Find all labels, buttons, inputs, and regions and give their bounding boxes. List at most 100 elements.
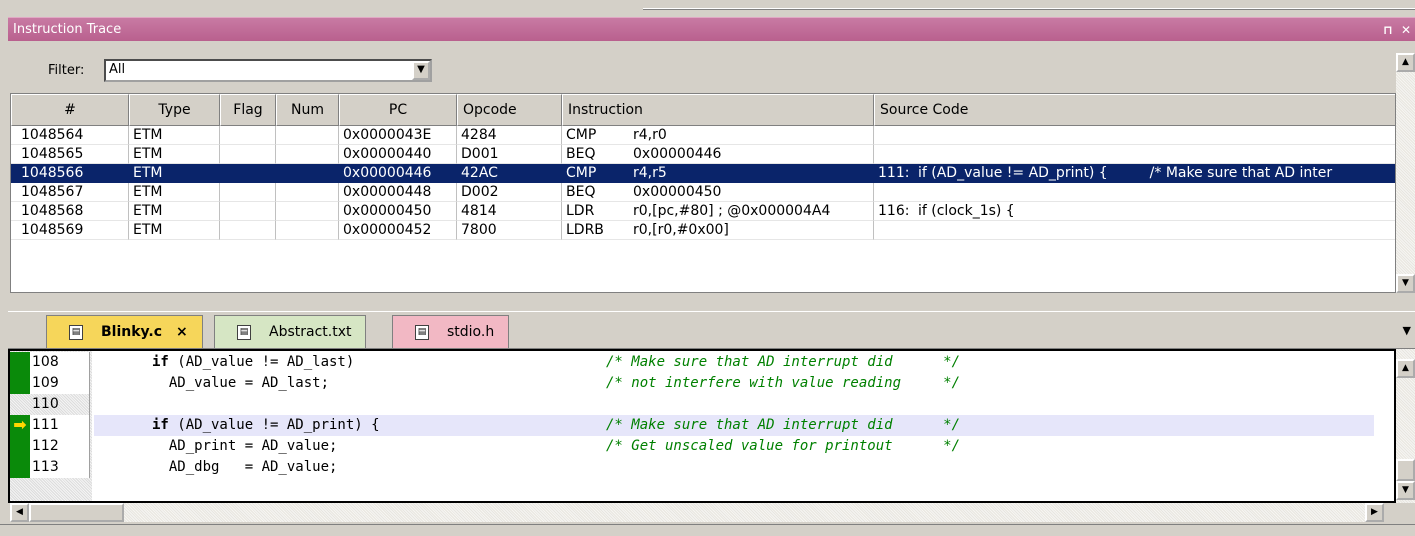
row-number: 1048569 — [11, 221, 129, 240]
source-text: if (clock_1s) { — [918, 203, 1015, 219]
table-row[interactable]: 1048567 ETM 0x00000448 D002 BEQ 0x00000450 — [11, 183, 1395, 202]
pin-icon[interactable]: ⊓ — [1379, 23, 1397, 37]
scroll-down-icon[interactable]: ▼ — [1396, 481, 1415, 500]
source-line-number: 116: — [878, 203, 910, 219]
current-line-arrow-icon: ➡ — [13, 415, 27, 434]
tab-list-dropdown-icon[interactable]: ▼ — [1403, 324, 1411, 337]
column-header[interactable]: Instruction — [562, 94, 874, 126]
close-icon[interactable]: × — [176, 324, 188, 340]
line-number-row[interactable]: 113 — [10, 457, 92, 478]
code-text: if (AD_value != AD_last) — [152, 352, 354, 373]
tab-abstract-txt[interactable]: ▤ Abstract.txt — [214, 315, 367, 348]
column-header[interactable]: # — [11, 94, 129, 126]
code-line[interactable]: if (AD_value != AD_last) /* Make sure tha… — [94, 352, 1374, 373]
coverage-marker — [10, 436, 30, 457]
tab-label: Abstract.txt — [269, 324, 352, 340]
mnemonic: BEQ — [566, 146, 596, 162]
source-text: if (AD_value != AD_print) { — [918, 165, 1108, 181]
filter-select[interactable]: All ▼ — [104, 59, 432, 82]
scroll-right-icon[interactable]: ▶ — [1365, 503, 1384, 522]
tab-stdio-h[interactable]: ▤ stdio.h — [392, 315, 510, 348]
row-num — [276, 126, 339, 145]
line-number: 110 — [30, 394, 90, 415]
code-editor[interactable]: 108 109 110 ➡ 111 112 113 if (AD_value != AD_l… — [8, 349, 1396, 503]
line-number: 109 — [30, 373, 90, 394]
column-header[interactable]: PC — [339, 94, 457, 126]
operands: r0,[r0,#0x00] — [633, 222, 729, 238]
line-number-row[interactable]: 110 — [10, 394, 92, 415]
table-row[interactable]: 1048569 ETM 0x00000452 7800 LDRB r0,[r0,#0x00… — [11, 221, 1395, 240]
scroll-up-icon[interactable]: ▲ — [1396, 359, 1415, 378]
scroll-thumb[interactable] — [1396, 459, 1415, 481]
row-number: 1048568 — [11, 202, 129, 221]
row-flag — [220, 126, 276, 145]
line-number: 113 — [30, 457, 90, 478]
close-icon[interactable]: ✕ — [1397, 23, 1415, 37]
table-row[interactable]: 1048564 ETM 0x0000043E 4284 CMP r4,r0 — [11, 126, 1395, 145]
table-row[interactable]: 1048566 ETM 0x00000446 42AC CMP r4,r5 111: if (… — [11, 164, 1395, 183]
row-type: ETM — [129, 202, 220, 221]
line-number: 112 — [30, 436, 90, 457]
row-instruction: CMP r4,r0 — [562, 126, 874, 145]
table-row[interactable]: 1048565 ETM 0x00000440 D001 BEQ 0x00000446 — [11, 145, 1395, 164]
mnemonic: CMP — [566, 165, 597, 181]
row-flag — [220, 164, 276, 183]
ide-window: Instruction Trace ⊓ ✕ Filter: All ▼ ▲ ▼ … — [0, 0, 1415, 536]
code-line[interactable] — [94, 394, 1374, 415]
line-number-row[interactable]: 109 — [10, 373, 92, 394]
code-line[interactable]: AD_dbg = AD_value; — [94, 457, 1374, 478]
row-opcode: 4814 — [457, 202, 562, 221]
line-number-row[interactable]: 108 — [10, 352, 92, 373]
row-num — [276, 183, 339, 202]
row-source-code — [874, 183, 1395, 202]
row-source-code — [874, 126, 1395, 145]
mnemonic: CMP — [566, 127, 597, 143]
scroll-up-icon[interactable]: ▲ — [1396, 53, 1415, 72]
editor-scrollbar[interactable]: ▲ ▼ — [1396, 349, 1415, 503]
column-header[interactable]: Source Code — [874, 94, 1395, 126]
line-number-row[interactable]: 112 — [10, 436, 92, 457]
code-line[interactable]: if (AD_value != AD_print) {/* Make sure … — [94, 415, 1374, 436]
tab-label: Blinky.c — [101, 324, 163, 340]
row-type: ETM — [129, 183, 220, 202]
code-rest: AD_dbg = AD_value; — [152, 459, 338, 475]
source-line-number: 111: — [878, 165, 910, 181]
file-icon: ▤ — [69, 324, 83, 340]
column-header[interactable]: Opcode — [457, 94, 562, 126]
table-row[interactable]: 1048568 ETM 0x00000450 4814 LDR r0,[pc,#80] ;… — [11, 202, 1395, 221]
trace-table-header: # Type Flag Num PC Opcode Instruction Source Co… — [11, 94, 1395, 126]
tab-label: stdio.h — [447, 324, 495, 340]
chevron-down-icon[interactable]: ▼ — [412, 61, 430, 80]
column-header[interactable]: Type — [129, 94, 220, 126]
filter-row: Filter: All ▼ — [8, 42, 1396, 92]
top-divider — [643, 8, 1415, 10]
file-icon: ▤ — [415, 324, 429, 340]
tab-blinky-c[interactable]: ▤ Blinky.c × — [46, 315, 203, 348]
mnemonic: BEQ — [566, 184, 596, 200]
code-line[interactable]: AD_print = AD_value; /* Get unscaled valu… — [94, 436, 1374, 457]
row-flag — [220, 202, 276, 221]
row-source-code — [874, 145, 1395, 164]
column-header[interactable]: Flag — [220, 94, 276, 126]
operands: 0x00000450 — [633, 184, 722, 200]
code-comment: /* not interfere with value reading */ — [606, 375, 961, 391]
coverage-marker — [10, 373, 30, 394]
editor-hscrollbar[interactable]: ◀ ▶ — [10, 503, 1384, 522]
trace-table: # Type Flag Num PC Opcode Instruction Source Co… — [10, 93, 1396, 293]
code-text: if (AD_value != AD_print) { — [152, 415, 380, 436]
column-header[interactable]: Num — [276, 94, 339, 126]
filter-value: All — [109, 62, 126, 77]
scroll-down-icon[interactable]: ▼ — [1396, 274, 1415, 293]
code-text: AD_value = AD_last; — [152, 373, 329, 394]
trace-scrollbar[interactable]: ▲ ▼ — [1396, 53, 1415, 293]
code-line[interactable]: AD_value = AD_last; /* not interfere with… — [94, 373, 1374, 394]
line-number: 108 — [30, 352, 90, 373]
scroll-left-icon[interactable]: ◀ — [10, 503, 29, 522]
row-flag — [220, 221, 276, 240]
row-opcode: 7800 — [457, 221, 562, 240]
row-num — [276, 221, 339, 240]
panel-title: Instruction Trace — [13, 22, 122, 37]
row-instruction: BEQ 0x00000450 — [562, 183, 874, 202]
line-number-row[interactable]: ➡ 111 — [10, 415, 92, 436]
hscroll-thumb[interactable] — [29, 503, 124, 522]
